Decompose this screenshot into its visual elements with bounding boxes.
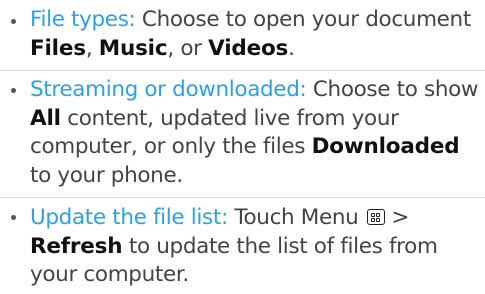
- text: Choose to show: [306, 77, 479, 102]
- text: , or: [167, 35, 209, 61]
- text: Touch Menu: [227, 205, 365, 230]
- bold-refresh: Refresh: [30, 233, 123, 259]
- term-update-file-list: Update the file list:: [30, 205, 228, 230]
- bold-all: All: [30, 105, 61, 131]
- bold-music: Music: [98, 35, 168, 61]
- bold-downloaded: Downloaded: [311, 134, 460, 159]
- menu-key-icon: [366, 209, 385, 225]
- list-item-update-file-list: Update the file list: Touch Menu > Refre…: [0, 197, 485, 294]
- bullet-icon: [11, 215, 16, 220]
- bullet-icon: [11, 88, 16, 93]
- bold-files: Files: [30, 35, 86, 61]
- instruction-list: File types: Choose to open your document…: [0, 2, 485, 294]
- text: >: [384, 205, 410, 230]
- term-streaming: Streaming or downloaded:: [30, 77, 307, 102]
- text: to your phone.: [30, 162, 183, 188]
- list-item-file-types: File types: Choose to open your document…: [0, 2, 485, 70]
- text: Choose to open your document: [135, 7, 471, 32]
- text: ,: [85, 35, 99, 61]
- text: .: [288, 35, 295, 61]
- term-file-types: File types:: [30, 7, 136, 32]
- bullet-icon: [11, 19, 16, 24]
- list-item-streaming: Streaming or downloaded: Choose to show …: [0, 70, 485, 197]
- bold-videos: Videos: [208, 35, 289, 61]
